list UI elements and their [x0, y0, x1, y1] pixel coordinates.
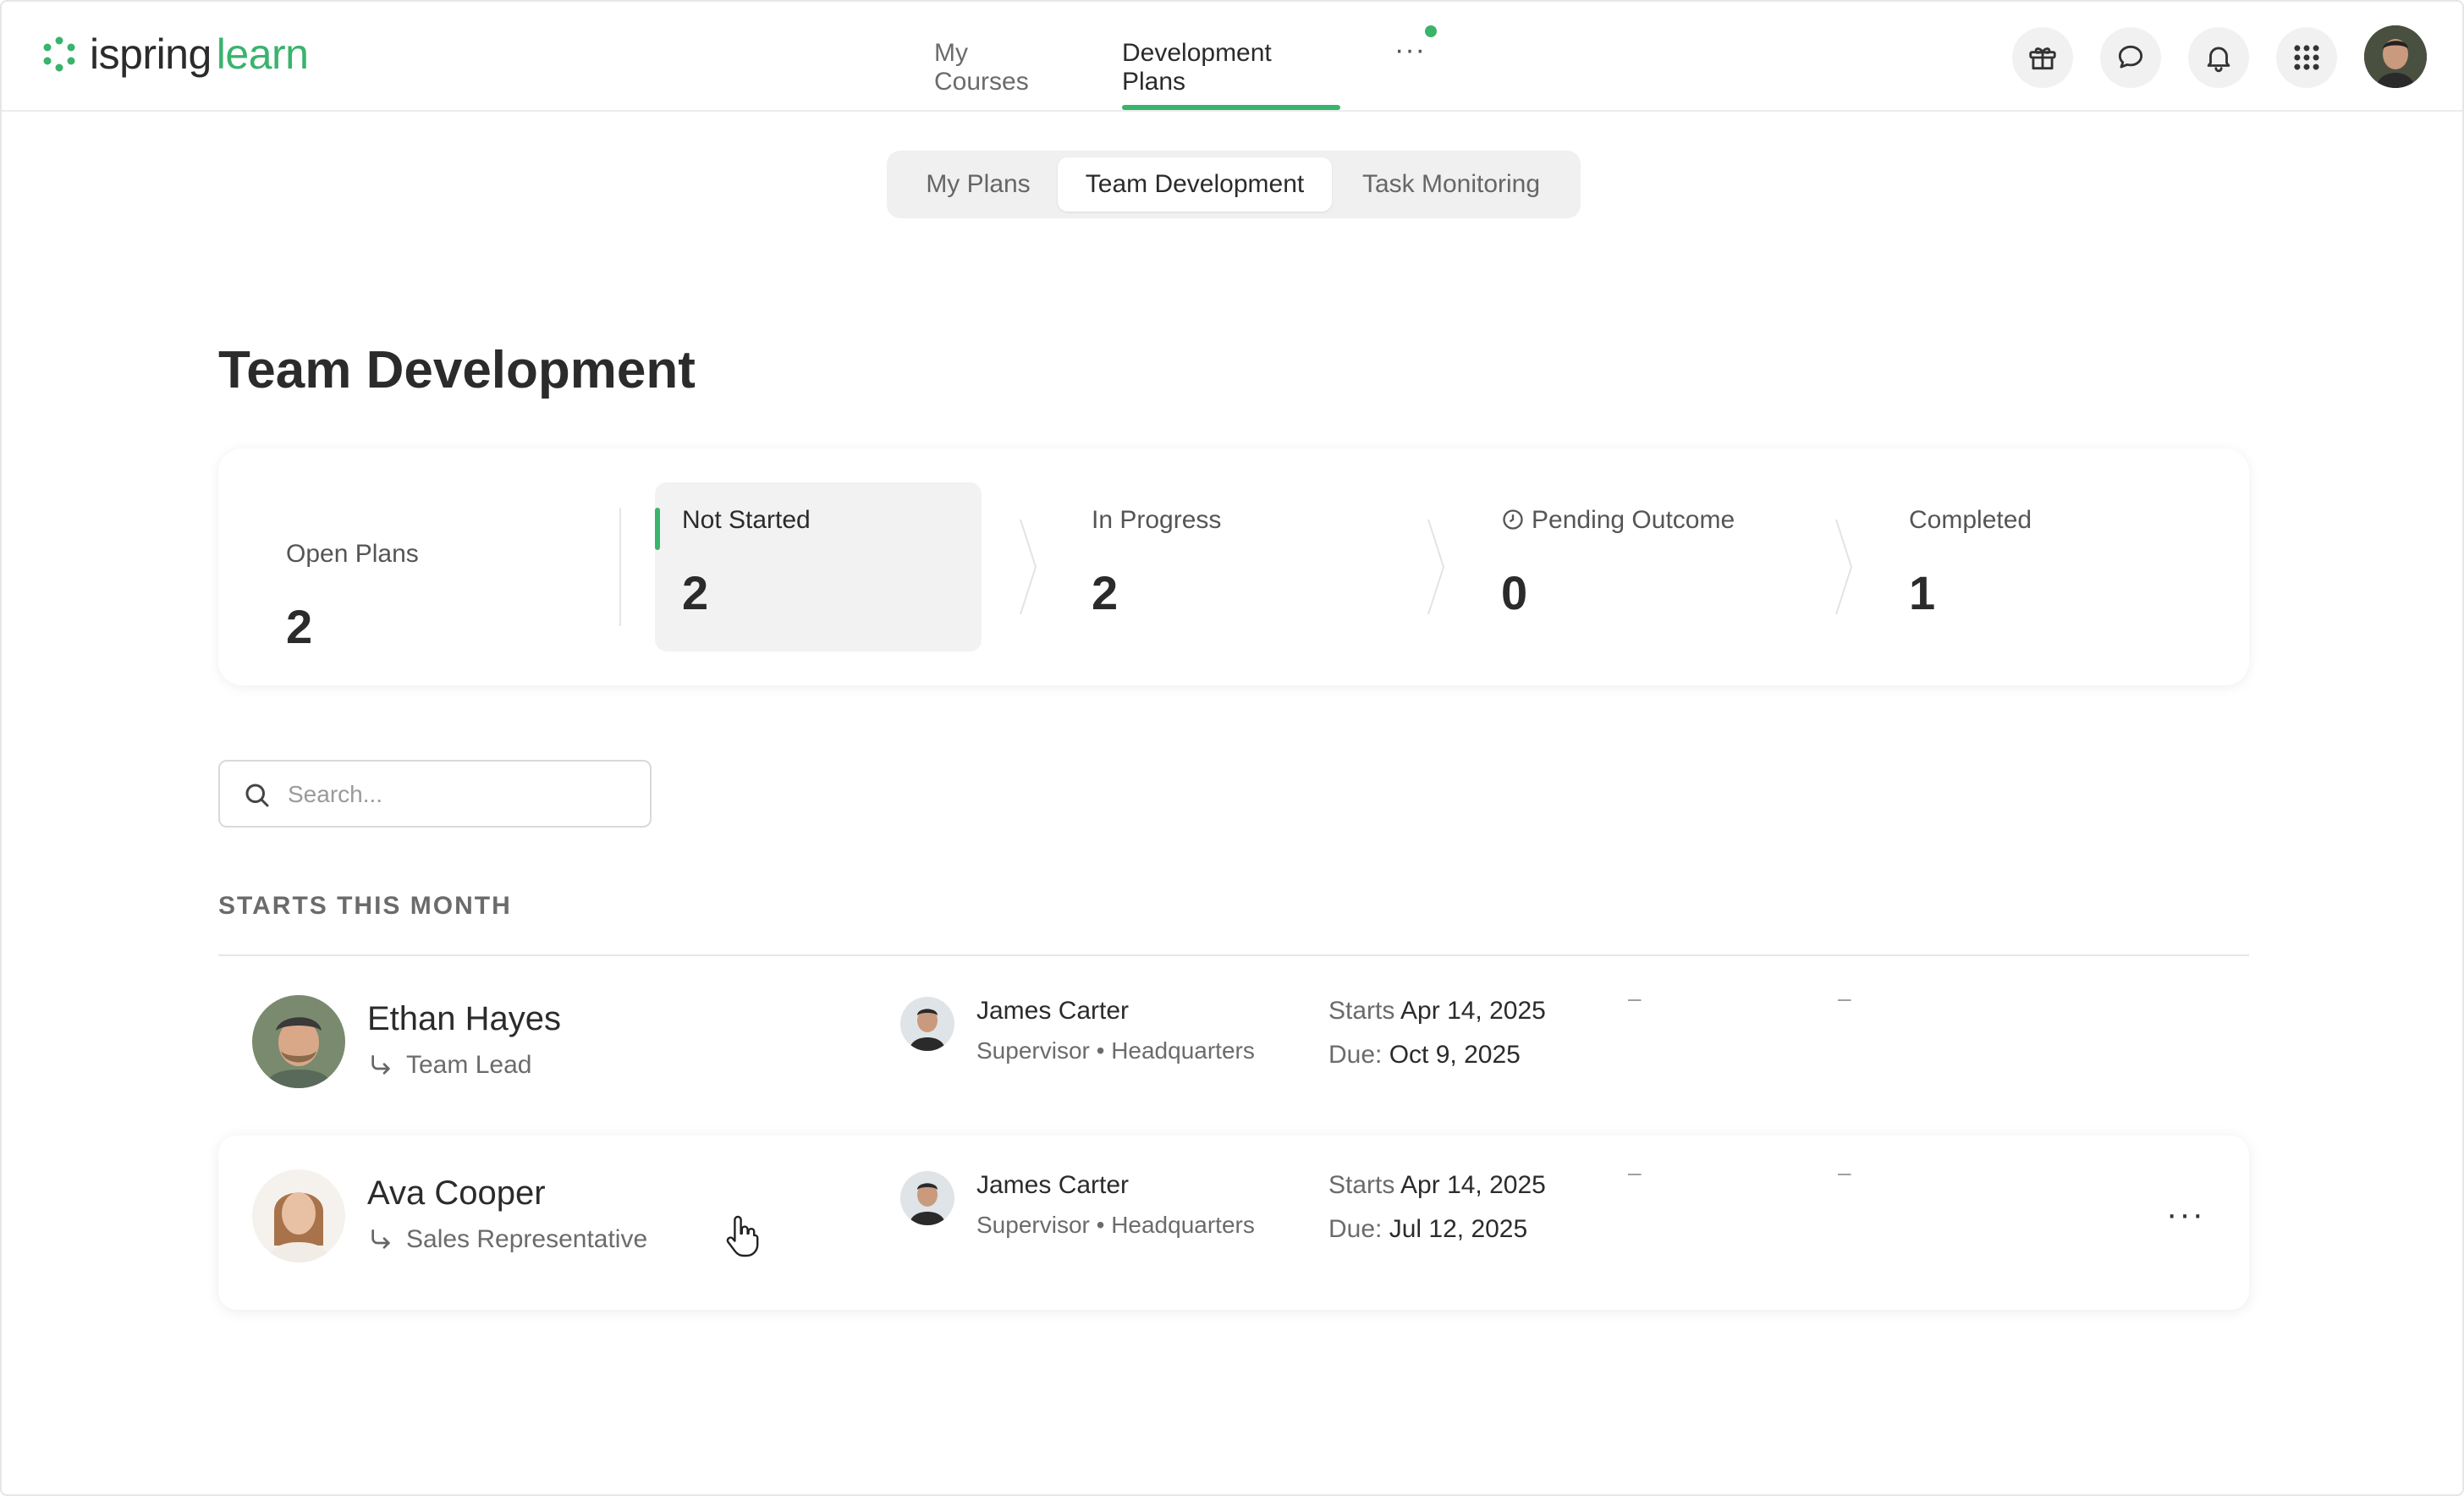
supervisor-meta: Supervisor • Headquarters — [976, 1212, 1255, 1238]
section-divider — [218, 954, 2249, 956]
notifications-button[interactable] — [2188, 27, 2249, 88]
supervisor-avatar-image — [900, 1171, 954, 1225]
nav-my-courses[interactable]: My Courses — [934, 39, 1029, 96]
chat-icon — [2118, 45, 2143, 69]
apps-button[interactable] — [2276, 27, 2337, 88]
stat-selected-indicator — [655, 508, 660, 550]
supervisor-name: James Carter — [976, 1171, 1130, 1199]
empty-value: – — [1838, 985, 1851, 1011]
top-bar: ispring learn My Courses Development Plan… — [2, 2, 2462, 112]
supervisor-avatar-image — [900, 997, 954, 1051]
plan-dates: Starts Apr 14, 2025 Due: Jul 12, 2025 — [1328, 1171, 1546, 1259]
stat-divider — [619, 508, 621, 626]
gift-button[interactable] — [2012, 27, 2073, 88]
employee-name[interactable]: Ethan Hayes — [367, 1000, 561, 1038]
stat-not-started-value: 2 — [682, 566, 709, 619]
nav-development-plans[interactable]: Development Plans — [1122, 39, 1272, 96]
due-date: Oct 9, 2025 — [1389, 1041, 1521, 1069]
plan-status-summary: Open Plans 2 Not Started 2 In Progress 2… — [218, 448, 2249, 685]
tab-team-development[interactable]: Team Development — [1058, 157, 1332, 212]
ispring-logo-icon — [43, 36, 75, 72]
stat-pending-outcome-label: Pending Outcome — [1501, 506, 1735, 535]
search-input[interactable] — [288, 770, 635, 819]
stat-not-started[interactable]: Not Started 2 — [655, 482, 982, 652]
plans-tab-switcher: My Plans Team Development Task Monitorin… — [887, 151, 1581, 218]
stat-pending-outcome-value: 0 — [1501, 566, 1528, 619]
supervisor-avatar — [900, 1171, 954, 1225]
stat-open-plans-value: 2 — [286, 600, 313, 653]
stat-pending-outcome-text: Pending Outcome — [1532, 506, 1735, 534]
search-icon — [245, 784, 269, 807]
stat-pending-outcome[interactable]: Pending Outcome 0 — [1433, 482, 1823, 652]
employee-avatar — [252, 1169, 345, 1262]
stat-completed-value: 1 — [1909, 566, 1936, 619]
gift-icon — [2029, 47, 2056, 70]
employee-name[interactable]: Ava Cooper — [367, 1174, 546, 1213]
nav-more-button[interactable]: ··· — [1394, 36, 1425, 64]
stat-not-started-label: Not Started — [682, 506, 811, 534]
plan-dates: Starts Apr 14, 2025 Due: Oct 9, 2025 — [1328, 997, 1546, 1085]
nav-notification-dot — [1425, 25, 1437, 37]
start-date: Apr 14, 2025 — [1400, 997, 1546, 1025]
stat-completed[interactable]: Completed 1 — [1841, 482, 2230, 652]
row-more-button[interactable]: ··· — [2166, 1197, 2205, 1231]
section-heading-starts-this-month: STARTS THIS MONTH — [218, 892, 512, 920]
brand-name-part2: learn — [216, 30, 309, 78]
stat-completed-label: Completed — [1909, 506, 2032, 534]
tab-task-monitoring[interactable]: Task Monitoring — [1332, 157, 1570, 212]
empty-value: – — [1628, 1159, 1642, 1185]
empty-value: – — [1838, 1159, 1851, 1185]
plan-row[interactable]: Ava Cooper Sales Representative James Ca… — [218, 1136, 2249, 1310]
search-box — [218, 760, 652, 828]
plan-row[interactable]: Ethan Hayes Team Lead James Carter Super… — [218, 961, 2249, 1136]
clock-icon — [1503, 509, 1523, 530]
apps-grid-icon — [2294, 45, 2319, 70]
nav-active-indicator — [1122, 105, 1340, 110]
reply-arrow-icon — [371, 1055, 390, 1075]
due-label: Due: — [1328, 1215, 1383, 1243]
chat-button[interactable] — [2100, 27, 2161, 88]
brand-name: ispring learn — [90, 30, 309, 79]
brand-logo[interactable]: ispring learn — [41, 27, 309, 81]
tab-my-plans[interactable]: My Plans — [899, 157, 1058, 212]
employee-avatar-image — [252, 995, 345, 1088]
brand-name-part1: ispring — [90, 30, 212, 78]
stat-in-progress[interactable]: In Progress 2 — [1024, 482, 1413, 652]
empty-value: – — [1628, 985, 1642, 1011]
stat-open-plans[interactable]: Open Plans 2 — [218, 482, 608, 653]
reply-arrow-icon — [371, 1229, 390, 1249]
supervisor-avatar — [900, 997, 954, 1051]
employee-avatar-image — [252, 1169, 345, 1262]
starts-label: Starts — [1328, 1171, 1395, 1199]
stat-in-progress-value: 2 — [1092, 566, 1119, 619]
employee-role-text: Sales Representative — [406, 1225, 648, 1253]
due-label: Due: — [1328, 1041, 1383, 1069]
supervisor-meta: Supervisor • Headquarters — [976, 1037, 1255, 1064]
stat-in-progress-label: In Progress — [1092, 506, 1222, 534]
stat-open-plans-label: Open Plans — [286, 540, 419, 568]
user-avatar[interactable] — [2364, 25, 2427, 88]
app-window: ispring learn My Courses Development Plan… — [0, 0, 2464, 1496]
employee-role: Team Lead — [367, 1051, 531, 1080]
employee-role-text: Team Lead — [406, 1051, 532, 1079]
employee-avatar — [252, 995, 345, 1088]
due-date: Jul 12, 2025 — [1389, 1215, 1528, 1243]
user-avatar-image — [2364, 25, 2427, 88]
employee-role: Sales Representative — [367, 1225, 647, 1254]
bell-icon — [2207, 47, 2230, 73]
starts-label: Starts — [1328, 997, 1395, 1025]
supervisor-name: James Carter — [976, 997, 1130, 1025]
page-title: Team Development — [218, 341, 696, 399]
start-date: Apr 14, 2025 — [1400, 1171, 1546, 1199]
hand-cursor-icon — [726, 1215, 759, 1257]
